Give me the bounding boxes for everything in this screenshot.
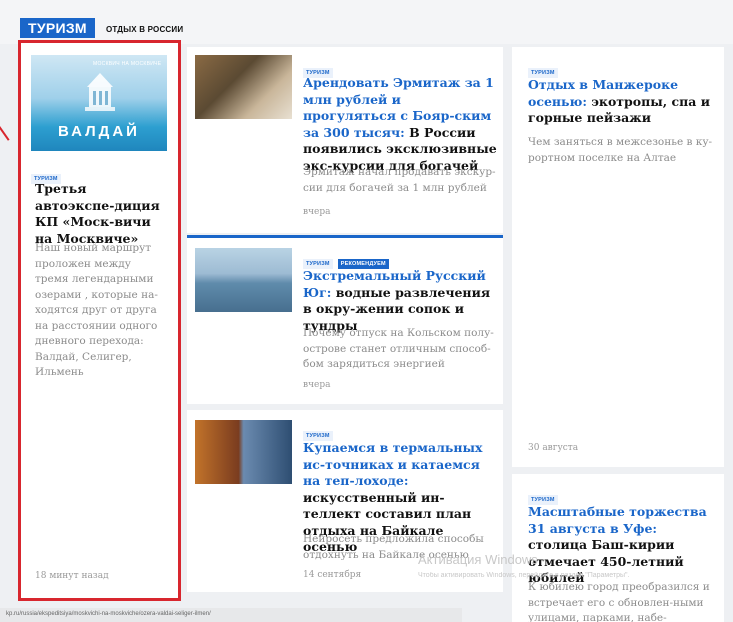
section-title[interactable]: ТУРИЗМ xyxy=(20,18,95,38)
article-time: 14 сентября xyxy=(303,570,362,580)
activation-watermark-title: Активация Windows xyxy=(418,552,538,567)
top-bar xyxy=(0,0,733,44)
article-description: К юбилею город преобразился и встречает … xyxy=(528,581,710,622)
highlight-frame xyxy=(18,40,181,601)
article-image[interactable] xyxy=(195,55,292,119)
headline-link[interactable]: Масштабные торжества 31 августа в Уфе: xyxy=(528,504,707,536)
article-headline[interactable]: Отдых в Манжероке осенью: экотропы, спа … xyxy=(528,77,716,127)
article-time: вчера xyxy=(303,207,331,217)
article-card[interactable]: ТУРИЗМ Масштабные торжества 31 августа в… xyxy=(512,474,724,622)
article-card[interactable]: ТУРИЗМ РЕКОМЕНДУЕМ Экстремальный Русский… xyxy=(187,238,503,404)
headline-link[interactable]: Купаемся в термальных ис-точниках и ката… xyxy=(303,440,483,488)
article-description: Чем заняться в межсезонье в ку-рортном п… xyxy=(528,136,713,164)
status-url: kp.ru/russia/ekspeditsiya/moskvichi-na-m… xyxy=(0,608,462,622)
article-headline[interactable]: Экстремальный Русский Юг: водные развлеч… xyxy=(303,268,497,334)
article-description: Почему отпуск на Кольском полу-острове с… xyxy=(303,327,494,370)
article-image[interactable] xyxy=(195,248,292,312)
article-time: 30 августа xyxy=(528,443,579,453)
activation-watermark-text: Чтобы активировать Windows, перейдите в … xyxy=(418,572,630,579)
article-card[interactable]: ТУРИЗМ Отдых в Манжероке осенью: экотроп… xyxy=(512,47,724,467)
article-description: Эрмитаж начал продавать экскур-сии для б… xyxy=(303,166,496,194)
article-time: вчера xyxy=(303,380,331,390)
subnav-link[interactable]: ОТДЫХ В РОССИИ xyxy=(106,25,183,34)
annotation-mark xyxy=(0,123,10,141)
article-headline[interactable]: Арендовать Эрмитаж за 1 млн рублей и про… xyxy=(303,75,497,174)
article-card[interactable]: ТУРИЗМ Арендовать Эрмитаж за 1 млн рубле… xyxy=(187,47,503,233)
article-image[interactable] xyxy=(195,420,292,484)
